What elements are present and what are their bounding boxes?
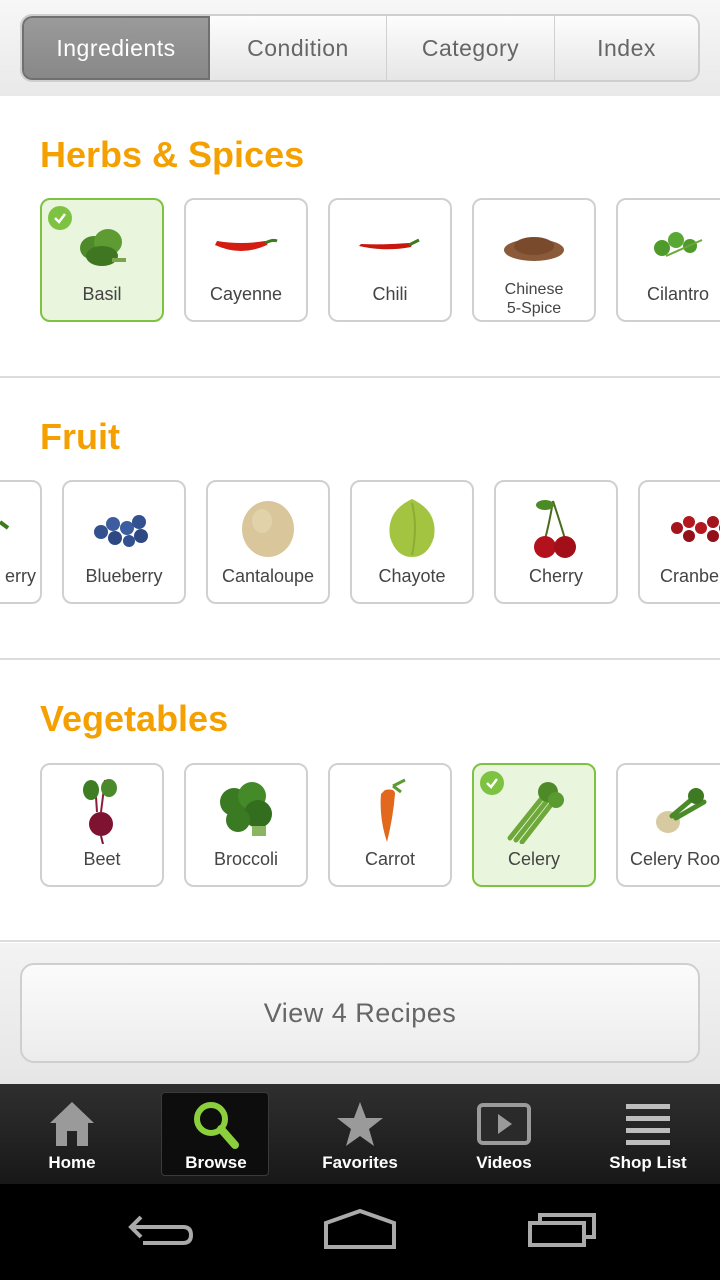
ingredient-card-basil[interactable]: Basil (40, 198, 164, 322)
spice-powder-icon (474, 212, 594, 280)
ingredient-label: Celery Roo (630, 849, 720, 869)
section-vegetables: Vegetables Beet Broccoli Carrot Celery C… (0, 660, 720, 942)
ingredient-card-chayote[interactable]: Chayote (350, 480, 474, 604)
ingredient-label: Cantaloupe (221, 566, 315, 586)
ingredient-label: Cranbe (660, 566, 720, 586)
blueberry-icon (64, 494, 184, 562)
beet-icon (42, 777, 162, 845)
chili-pepper-icon (330, 212, 450, 280)
nav-videos[interactable]: Videos (432, 1084, 576, 1184)
nav-label: Browse (185, 1153, 247, 1172)
ingredient-card-carrot[interactable]: Carrot (328, 763, 452, 887)
recents-icon[interactable] (522, 1204, 602, 1254)
cayenne-pepper-icon (186, 212, 306, 280)
ingredient-label: erry (5, 566, 36, 586)
nav-shop-list[interactable]: Shop List (576, 1084, 720, 1184)
ingredient-card-cayenne[interactable]: Cayenne (184, 198, 308, 322)
ingredient-label: Cilantro (646, 284, 710, 304)
list-icon (576, 1098, 720, 1150)
nav-label: Videos (476, 1153, 532, 1172)
section-title: Fruit (40, 416, 120, 457)
nav-browse[interactable]: Browse (144, 1084, 288, 1184)
ingredient-card-celery[interactable]: Celery (472, 763, 596, 887)
system-nav-bar (0, 1184, 720, 1280)
nav-label: Shop List (609, 1153, 687, 1172)
ingredient-label-line: Chinese (504, 281, 564, 298)
tab-category[interactable]: Category (387, 16, 555, 80)
ingredient-row: Beet Broccoli Carrot Celery Celery Roo (0, 763, 720, 889)
ingredient-label: Broccoli (213, 849, 279, 869)
ingredient-label: Chinese 5-Spice (474, 280, 594, 318)
ingredient-label: Carrot (364, 849, 415, 869)
ingredient-label: Cayenne (209, 284, 283, 304)
ingredient-card-chinese-5-spice[interactable]: Chinese 5-Spice (472, 198, 596, 322)
ingredient-card-cilantro[interactable]: Cilantro (616, 198, 720, 322)
ingredient-card-partial[interactable]: erry (0, 480, 42, 604)
top-bar: Ingredients Condition Category Index (0, 0, 720, 96)
ingredient-card-cherry[interactable]: Cherry (494, 480, 618, 604)
section-herbs-spices: Herbs & Spices Basil Cayenne Chili Chine… (0, 96, 720, 378)
basil-icon (42, 212, 162, 280)
home-system-icon[interactable] (320, 1204, 400, 1254)
section-fruit: Fruit erry Blueberry Cantaloupe Chayote … (0, 378, 720, 660)
ingredient-label: Cherry (528, 566, 583, 586)
section-divider (0, 940, 720, 942)
nav-home[interactable]: Home (0, 1084, 144, 1184)
ingredient-card-cantaloupe[interactable]: Cantaloupe (206, 480, 330, 604)
cantaloupe-icon (208, 494, 328, 562)
tab-bar: Ingredients Condition Category Index (20, 14, 700, 82)
ingredient-label: Beet (83, 849, 121, 869)
video-icon (432, 1098, 576, 1150)
ingredient-label-line: 5-Spice (506, 300, 562, 317)
cilantro-icon (618, 212, 720, 280)
home-icon (0, 1098, 144, 1150)
ingredient-label: Blueberry (85, 566, 163, 586)
tab-index[interactable]: Index (555, 16, 698, 80)
ingredient-card-celery-root[interactable]: Celery Roo (616, 763, 720, 887)
view-recipes-area: View 4 Recipes (0, 943, 720, 1084)
ingredient-card-cranberry[interactable]: Cranbe (638, 480, 720, 604)
celery-root-icon (618, 777, 720, 845)
carrot-icon (330, 777, 450, 845)
section-title: Herbs & Spices (40, 134, 305, 175)
ingredient-card-broccoli[interactable]: Broccoli (184, 763, 308, 887)
ingredient-label: Celery (507, 849, 560, 869)
ingredient-label: Basil (82, 284, 122, 304)
ingredient-card-blueberry[interactable]: Blueberry (62, 480, 186, 604)
ingredient-label: Chayote (378, 566, 446, 586)
broccoli-icon (186, 777, 306, 845)
search-icon (144, 1098, 288, 1150)
cherry-icon (496, 494, 616, 562)
tab-condition[interactable]: Condition (210, 16, 387, 80)
ingredient-row: Basil Cayenne Chili Chinese 5-Spice Cilan… (0, 198, 720, 324)
nav-favorites[interactable]: Favorites (288, 1084, 432, 1184)
nav-label: Favorites (322, 1153, 398, 1172)
ingredient-card-chili[interactable]: Chili (328, 198, 452, 322)
cranberry-icon (640, 494, 720, 562)
nav-label: Home (48, 1153, 96, 1172)
view-recipes-button[interactable]: View 4 Recipes (20, 963, 700, 1063)
bottom-nav: Home Browse Favorites Videos Shop List (0, 1084, 720, 1184)
tab-ingredients[interactable]: Ingredients (22, 16, 210, 80)
ingredient-label: Chili (372, 284, 408, 304)
star-icon (288, 1098, 432, 1150)
berry-icon (0, 494, 40, 562)
app-screen: Ingredients Condition Category Index Her… (0, 0, 720, 1280)
ingredient-row: erry Blueberry Cantaloupe Chayote Cherry… (0, 480, 720, 606)
chayote-icon (352, 494, 472, 562)
celery-icon (474, 777, 594, 845)
ingredient-card-beet[interactable]: Beet (40, 763, 164, 887)
back-icon[interactable] (120, 1204, 200, 1254)
section-title: Vegetables (40, 698, 229, 739)
